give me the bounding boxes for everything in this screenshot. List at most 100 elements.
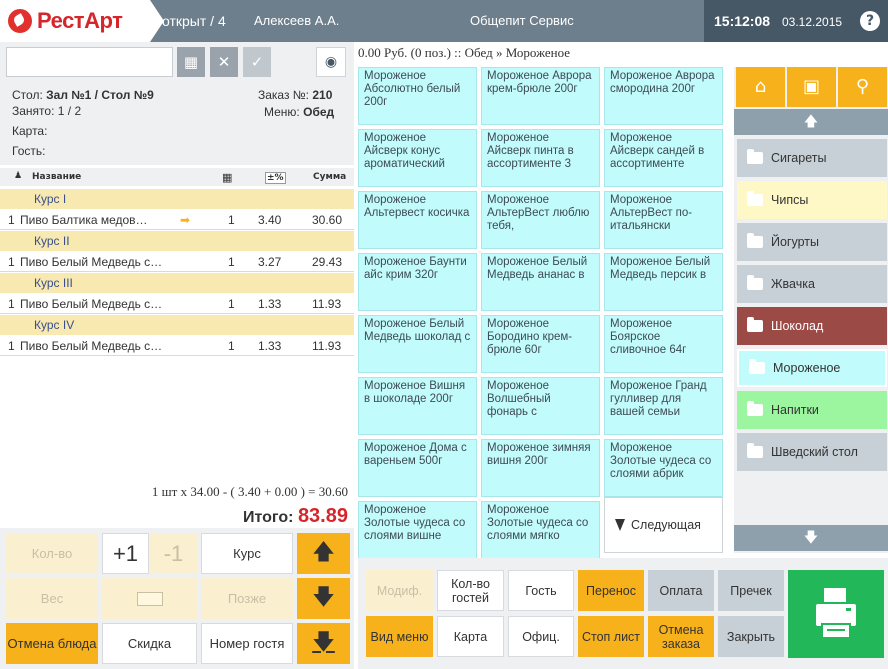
product-tile[interactable]: Мороженое Золотые чудеса со слоями вишне bbox=[358, 501, 477, 559]
calculator-button[interactable]: ▦ bbox=[177, 47, 205, 77]
stop-list-button[interactable]: Стоп лист bbox=[578, 616, 644, 657]
waiter-button[interactable]: Офиц. bbox=[508, 616, 574, 657]
category-label: Чипсы bbox=[771, 193, 809, 207]
product-tile[interactable]: Мороженое АльтерВест по-итальянски bbox=[604, 191, 723, 249]
menu-label: Меню: bbox=[264, 105, 300, 119]
course-row[interactable]: Курс III bbox=[0, 273, 354, 293]
quantity-button[interactable]: Кол-во bbox=[6, 533, 98, 574]
view-menu-button[interactable]: Вид меню bbox=[366, 616, 433, 657]
search-input[interactable] bbox=[6, 47, 173, 77]
payment-button[interactable]: Оплата bbox=[648, 570, 714, 611]
folder-icon bbox=[747, 233, 763, 248]
minus-one-button[interactable]: -1 bbox=[150, 533, 197, 574]
product-tile[interactable]: Мороженое Баунти айс крим 320г bbox=[358, 253, 477, 311]
close-icon: ✕ bbox=[217, 53, 231, 71]
later-button[interactable]: Позже bbox=[201, 578, 293, 619]
precheck-button[interactable]: Пречек bbox=[718, 570, 784, 611]
plus-one-button[interactable]: +1 bbox=[102, 533, 149, 574]
print-button[interactable] bbox=[788, 570, 884, 658]
category-scroll-down[interactable]: 🡇 bbox=[734, 525, 888, 551]
folder-up-button[interactable]: ▣ bbox=[787, 67, 836, 107]
category-item[interactable]: Мороженое bbox=[737, 349, 887, 387]
home-button[interactable]: ⌂ bbox=[736, 67, 785, 107]
confirm-button[interactable]: ✓ bbox=[243, 47, 271, 77]
product-tile[interactable]: Мороженое АльтерВест люблю тебя, bbox=[481, 191, 600, 249]
move-down-button[interactable]: 🡇 bbox=[297, 578, 350, 619]
category-item[interactable]: Шоколад bbox=[737, 307, 887, 345]
product-tile[interactable]: Мороженое Белый Медведь шоколад с bbox=[358, 315, 477, 373]
category-label: Жвачка bbox=[771, 277, 815, 291]
move-bottom-button[interactable]: 🡇 bbox=[297, 623, 350, 664]
col-name: Название bbox=[32, 172, 82, 182]
arrow-down-icon: 🡇 bbox=[803, 530, 819, 546]
arrow-down-icon: 🡇 bbox=[312, 583, 335, 609]
product-tile[interactable]: Мороженое Золотые чудеса со слоями абрик bbox=[604, 439, 723, 497]
product-tile[interactable]: Мороженое Аврора смородина 200г bbox=[604, 67, 723, 125]
product-tile[interactable]: Мороженое Белый Медведь персик в bbox=[604, 253, 723, 311]
course-button[interactable]: Курс bbox=[201, 533, 293, 574]
course-row[interactable]: Курс IV bbox=[0, 315, 354, 335]
category-item[interactable]: Жвачка bbox=[737, 265, 887, 303]
folder-icon bbox=[747, 191, 763, 206]
modifier-button[interactable]: Модиф. bbox=[366, 570, 433, 611]
order-label: Заказ №: bbox=[258, 88, 310, 102]
course-row[interactable]: Курс II bbox=[0, 231, 354, 251]
order-row[interactable]: 1 Пиво Белый Медведь с… 1 1.33 11.93 bbox=[0, 336, 354, 356]
product-tile[interactable]: Мороженое Айсверк конус ароматический bbox=[358, 129, 477, 187]
discount-button[interactable]: Скидка bbox=[102, 623, 197, 664]
row-sum: 11.93 bbox=[312, 339, 342, 353]
guests-count-button[interactable]: Кол-во гостей bbox=[437, 570, 504, 611]
order-row[interactable]: 1 Пиво Белый Медведь с… 1 3.27 29.43 bbox=[0, 252, 354, 272]
category-label: Мороженое bbox=[773, 361, 841, 375]
next-page-button[interactable]: Следующая bbox=[604, 497, 723, 553]
next-label: Следующая bbox=[631, 518, 701, 532]
order-row[interactable]: 1 Пиво Белый Медведь с… 1 1.33 11.93 bbox=[0, 294, 354, 314]
product-tile[interactable]: Мороженое Гранд гулливер для вашей семьи bbox=[604, 377, 723, 435]
order-table-header: ♟ Название ▦ ±% Сумма bbox=[0, 168, 354, 186]
product-tile[interactable]: Мороженое Белый Медведь ананас в bbox=[481, 253, 600, 311]
move-up-button[interactable]: 🡅 bbox=[297, 533, 350, 574]
keyboard-button[interactable] bbox=[102, 578, 197, 619]
category-scroll-up[interactable]: 🡅 bbox=[734, 109, 888, 135]
search-button[interactable]: ⚲ bbox=[838, 67, 887, 107]
product-tile[interactable]: Мороженое Айсверк пинта в ассортименте 3 bbox=[481, 129, 600, 187]
product-tile[interactable]: Мороженое Боярское сливочное 64г bbox=[604, 315, 723, 373]
weight-button[interactable]: Вес bbox=[6, 578, 98, 619]
category-item[interactable]: Йогурты bbox=[737, 223, 887, 261]
cancel-dish-button[interactable]: Отмена блюда bbox=[6, 623, 98, 664]
arrow-down-icon bbox=[615, 519, 625, 531]
category-label: Шоколад bbox=[771, 319, 824, 333]
menu-info: Меню: Обед bbox=[264, 105, 334, 119]
clear-button[interactable]: ✕ bbox=[210, 47, 238, 77]
card-button[interactable]: Карта bbox=[437, 616, 504, 657]
cancel-order-button[interactable]: Отмена заказа bbox=[648, 616, 714, 657]
product-tile[interactable]: Мороженое Айсверк сандей в ассортименте bbox=[604, 129, 723, 187]
order-row[interactable]: 1 Пиво Балтика медов… 1 3.40 30.60 ➡ bbox=[0, 210, 354, 230]
course-row[interactable]: Курс I bbox=[0, 189, 354, 209]
guest-button[interactable]: Гость bbox=[508, 570, 574, 611]
help-icon[interactable]: ? bbox=[860, 11, 880, 31]
product-tile[interactable]: Мороженое Бородино крем-брюле 60г bbox=[481, 315, 600, 373]
category-item[interactable]: Сигареты bbox=[737, 139, 887, 177]
col-sum: Сумма bbox=[313, 172, 347, 182]
transfer-button[interactable]: Перенос bbox=[578, 570, 644, 611]
category-item[interactable]: Шведский стол bbox=[737, 433, 887, 471]
product-tile[interactable]: Мороженое Альтервест косичка bbox=[358, 191, 477, 249]
product-tile[interactable]: Мороженое Волшебный фонарь с bbox=[481, 377, 600, 435]
product-tile[interactable]: Мороженое Абсолютно белый 200г bbox=[358, 67, 477, 125]
close-order-button[interactable]: Закрыть bbox=[718, 616, 784, 657]
guest-label: Гость: bbox=[12, 144, 46, 158]
table-info: Стол: Зал №1 / Стол №9 bbox=[12, 88, 154, 102]
category-item[interactable]: Напитки bbox=[737, 391, 887, 429]
view-button[interactable]: ◉ bbox=[316, 47, 346, 77]
home-icon: ⌂ bbox=[754, 76, 767, 97]
product-tile[interactable]: Мороженое Дома с вареньем 500г bbox=[358, 439, 477, 497]
product-tile[interactable]: Мороженое Золотые чудеса со слоями мягко bbox=[481, 501, 600, 559]
product-tile[interactable]: Мороженое Вишня в шоколаде 200г bbox=[358, 377, 477, 435]
guest-number-button[interactable]: Номер гостя bbox=[201, 623, 293, 664]
product-tile[interactable]: Мороженое зимняя вишня 200г bbox=[481, 439, 600, 497]
busy-value: 1 / 2 bbox=[57, 104, 82, 118]
product-tile[interactable]: Мороженое Аврора крем-брюле 200г bbox=[481, 67, 600, 125]
row-number: 1 bbox=[8, 339, 15, 353]
category-item[interactable]: Чипсы bbox=[737, 181, 887, 219]
